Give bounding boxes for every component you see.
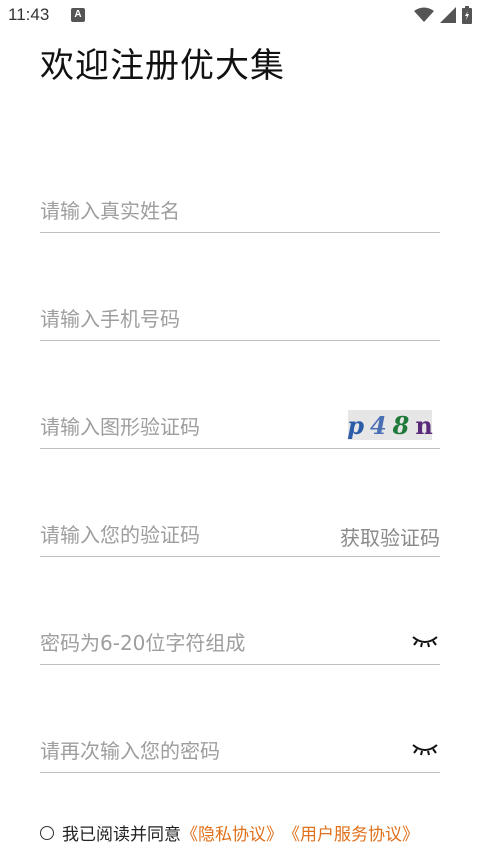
verification-code-input[interactable] (40, 520, 330, 550)
password-field (40, 624, 440, 665)
agreement-text: 我已阅读并同意 (62, 825, 181, 845)
captcha-char: p (347, 410, 364, 440)
user-service-agreement-link[interactable]: 《用户服务协议》 (283, 820, 419, 845)
privacy-policy-link[interactable]: 《隐私协议》 (181, 820, 283, 845)
captcha-field: p 4 8 n (40, 408, 440, 449)
name-field (40, 192, 440, 233)
notification-a-icon: A (71, 8, 85, 22)
battery-icon (462, 6, 472, 24)
get-code-button[interactable]: 获取验证码 (340, 522, 440, 551)
signal-icon (440, 7, 456, 23)
eye-closed-icon[interactable] (412, 634, 438, 650)
eye-closed-icon[interactable] (412, 742, 438, 758)
phone-field (40, 300, 440, 341)
verification-code-field: 获取验证码 (40, 516, 440, 557)
agreement-row: 我已阅读并同意 《隐私协议》 《用户服务协议》 (40, 820, 419, 845)
captcha-char: 8 (392, 410, 410, 440)
status-time: 11:43 (8, 5, 50, 24)
agree-radio-button[interactable] (40, 825, 54, 840)
captcha-image[interactable]: p 4 8 n (347, 410, 433, 440)
captcha-input[interactable] (40, 412, 330, 442)
page-title: 欢迎注册优大集 (40, 46, 285, 86)
confirm-password-field (40, 732, 440, 773)
confirm-password-input[interactable] (40, 736, 330, 766)
status-icons (414, 6, 472, 24)
captcha-char: 4 (369, 410, 387, 440)
password-input[interactable] (40, 628, 330, 658)
status-bar: 11:43 A (0, 0, 480, 32)
phone-input[interactable] (40, 304, 330, 334)
wifi-icon (414, 7, 434, 22)
captcha-char: n (415, 410, 433, 440)
name-input[interactable] (40, 196, 330, 226)
